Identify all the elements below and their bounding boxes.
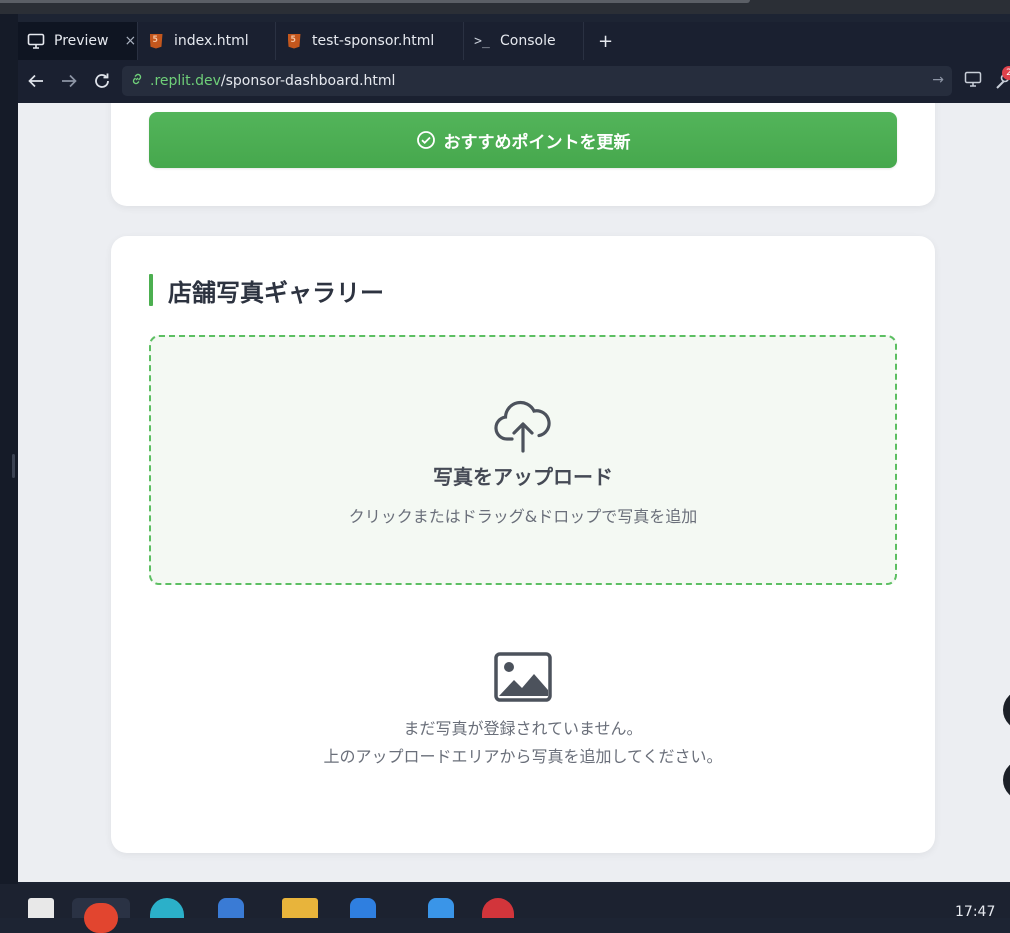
tab-index-html[interactable]: 5 index.html	[138, 22, 276, 60]
folder-icon[interactable]	[282, 898, 318, 918]
tab-console[interactable]: >_ Console	[464, 22, 584, 60]
html5-icon: 5	[146, 31, 166, 51]
new-tab-plus-icon[interactable]: +	[598, 31, 613, 52]
browser-icon[interactable]	[150, 898, 184, 918]
forward-arrow-icon[interactable]	[58, 70, 80, 92]
app-icon[interactable]	[482, 898, 514, 918]
image-placeholder-icon	[494, 652, 552, 706]
gallery-card: 店舗写真ギャラリー 写真をアップロード クリックまたはドラッグ&ドロップで写真を…	[111, 236, 935, 853]
tab-label: test-sponsor.html	[312, 33, 435, 49]
photo-upload-dropzone[interactable]: 写真をアップロード クリックまたはドラッグ&ドロップで写真を追加	[149, 335, 897, 585]
notification-badge: 2	[1002, 66, 1010, 80]
tab-bar: Preview × 5 index.html 5 test-sponsor.ht…	[18, 22, 1010, 61]
gallery-section-title: 店舗写真ギャラリー	[149, 274, 384, 307]
left-panel-rail	[0, 14, 18, 884]
cloud-upload-icon	[493, 399, 553, 459]
recommend-card: おすすめポイントを更新	[111, 103, 935, 206]
back-arrow-icon[interactable]	[25, 70, 47, 92]
window-drag-bar[interactable]	[0, 0, 750, 3]
gallery-title: 店舗写真ギャラリー	[168, 278, 384, 307]
monitor-icon	[26, 31, 46, 51]
navigation-bar: .replit.dev/sponsor-dashboard.html → 2	[18, 60, 1010, 103]
devtools-monitor-icon[interactable]	[964, 71, 982, 91]
active-app-slot[interactable]	[72, 898, 130, 933]
update-button-label: おすすめポイントを更新	[443, 132, 631, 153]
address-bar[interactable]: .replit.dev/sponsor-dashboard.html →	[122, 66, 952, 96]
url-text: .replit.dev/sponsor-dashboard.html	[150, 73, 396, 89]
floating-side-button[interactable]	[1003, 690, 1010, 730]
upload-title: 写真をアップロード	[433, 465, 613, 489]
check-circle-icon	[416, 130, 436, 150]
tab-test-sponsor-html[interactable]: 5 test-sponsor.html	[276, 22, 464, 60]
vscode-icon[interactable]	[350, 898, 376, 918]
tab-label: Preview	[54, 33, 109, 49]
empty-state-line-1: まだ写真が登録されていません。	[403, 719, 643, 738]
upload-subtitle: クリックまたはドラッグ&ドロップで写真を追加	[348, 507, 698, 526]
tab-preview[interactable]: Preview ×	[18, 22, 138, 60]
link-icon	[130, 72, 144, 90]
start-icon[interactable]	[28, 898, 54, 918]
resize-handle[interactable]	[12, 454, 15, 478]
wrench-icon[interactable]: 2	[994, 66, 1010, 90]
window-top-strip	[0, 0, 1010, 14]
close-icon[interactable]: ×	[125, 33, 137, 49]
update-recommend-button[interactable]: おすすめポイントを更新	[149, 112, 897, 168]
html5-icon: 5	[284, 31, 304, 51]
app-icon[interactable]	[218, 898, 244, 918]
empty-state-line-2: 上のアップロードエリアから写真を追加してください。	[323, 747, 723, 766]
preview-viewport: おすすめポイントを更新 店舗写真ギャラリー 写真をアップロード クリックまたはド…	[18, 103, 1010, 882]
terminal-icon: >_	[474, 33, 490, 49]
tab-label: Console	[500, 33, 556, 49]
reload-icon[interactable]	[91, 70, 113, 92]
os-taskbar: 17:47	[0, 884, 1010, 933]
tab-label: index.html	[174, 33, 249, 49]
app-icon[interactable]	[428, 898, 454, 918]
floating-side-button[interactable]	[1003, 760, 1010, 800]
go-arrow-icon[interactable]: →	[932, 72, 944, 88]
title-accent-bar	[149, 274, 153, 306]
